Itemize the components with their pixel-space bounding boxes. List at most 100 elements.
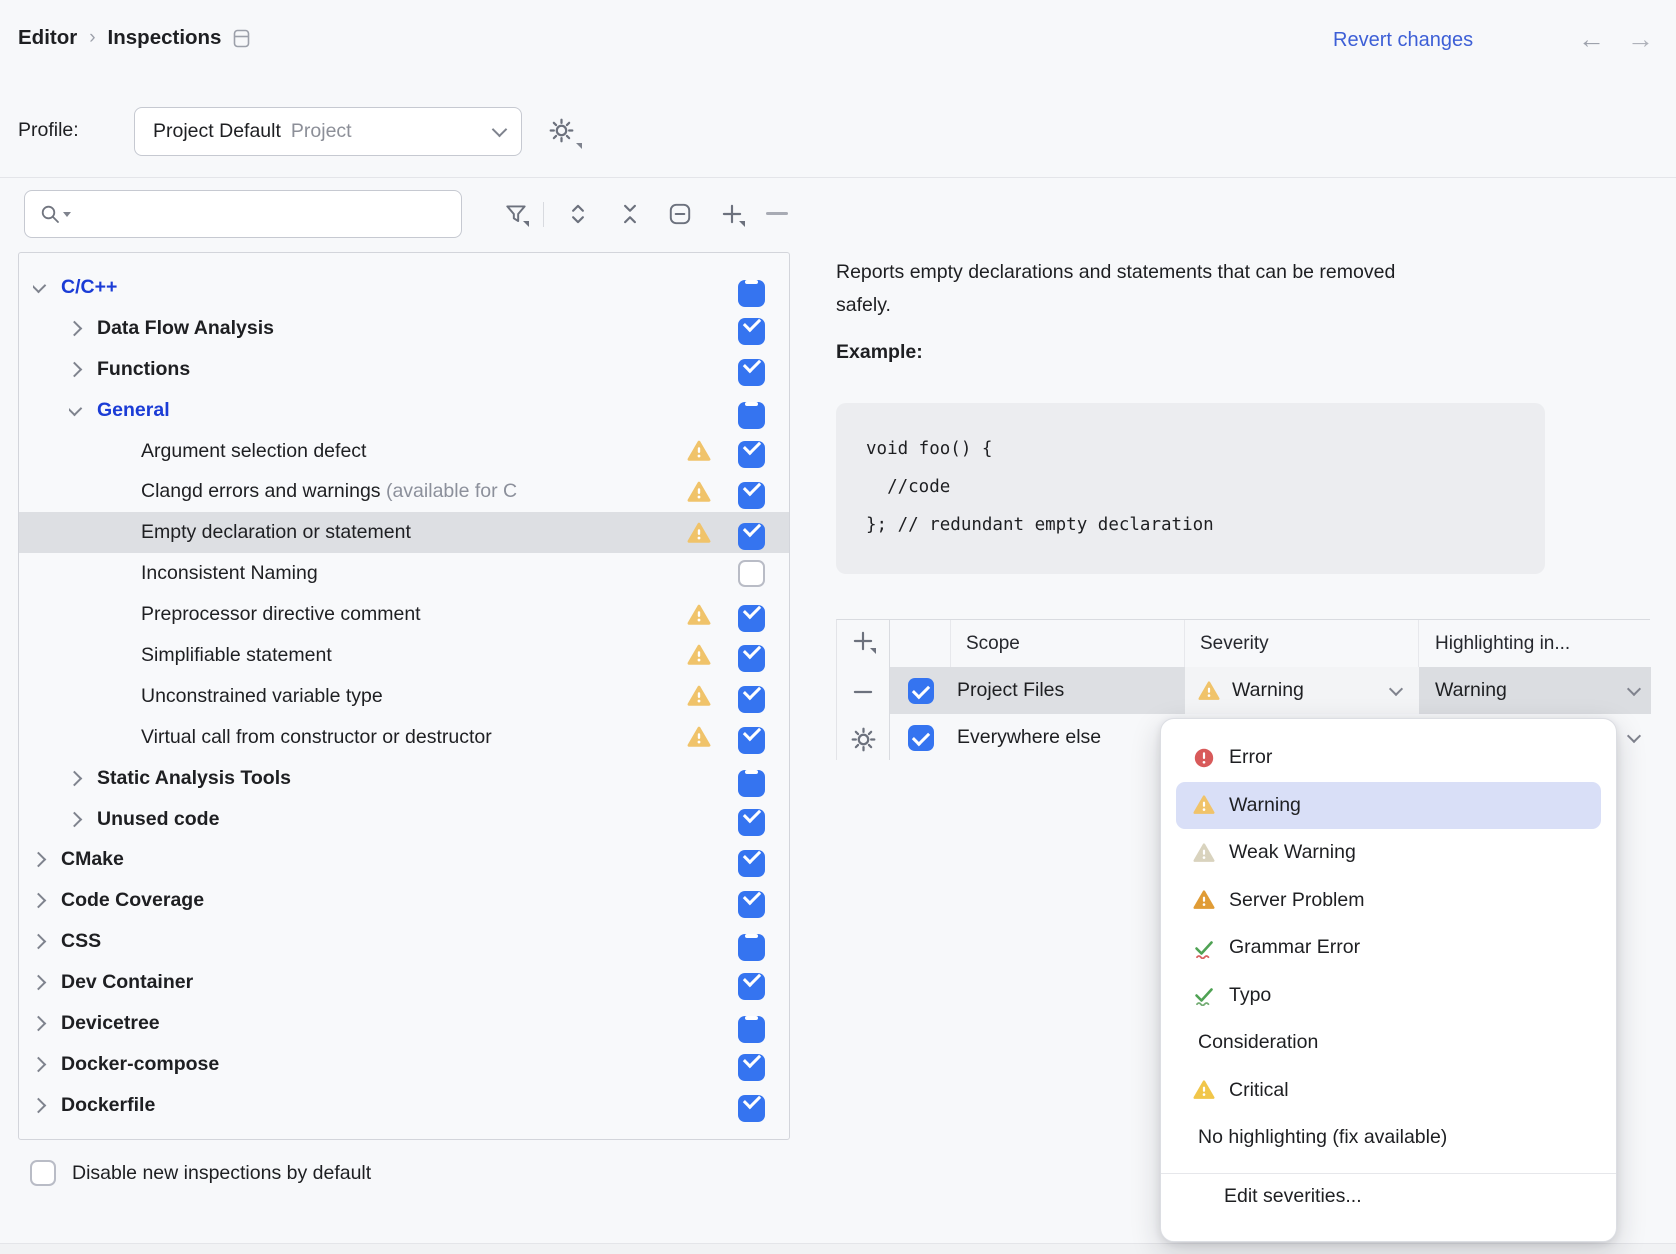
tree-checkbox[interactable] — [738, 318, 765, 345]
tree-row[interactable]: Docker-compose — [19, 1044, 789, 1085]
severity-option-typo[interactable]: Typo — [1161, 972, 1616, 1020]
highlighting-cell[interactable]: Warning — [1419, 667, 1651, 714]
table-header-highlighting[interactable]: Highlighting in... — [1419, 620, 1651, 667]
chevron-down-icon[interactable] — [33, 278, 46, 294]
severity-option-grammar-error[interactable]: Grammar Error — [1161, 924, 1616, 972]
chevron-right-icon[interactable] — [33, 852, 46, 868]
revert-changes-link[interactable]: Revert changes — [1333, 29, 1473, 52]
table-header-severity[interactable]: Severity — [1185, 620, 1419, 667]
chevron-right-icon[interactable] — [69, 361, 82, 377]
remove-scope-button[interactable] — [850, 679, 876, 705]
collapse-all-button[interactable] — [617, 201, 643, 227]
tree-row[interactable]: CSS — [19, 921, 789, 962]
profile-select[interactable]: Project Default Project — [134, 107, 522, 156]
tree-checkbox[interactable] — [738, 686, 765, 713]
tree-checkbox[interactable] — [738, 523, 765, 550]
tree-item-label: Clangd errors and warnings — [141, 480, 386, 503]
chevron-right-icon[interactable] — [33, 893, 46, 909]
chevron-right-icon[interactable] — [33, 975, 46, 991]
disable-inspection-button[interactable] — [667, 201, 693, 227]
table-header-scope[interactable]: Scope — [951, 620, 1185, 667]
remove-inspection-button[interactable] — [766, 212, 788, 215]
tree-row[interactable]: Dockerfile — [19, 1085, 789, 1126]
chevron-right-icon[interactable] — [33, 1097, 46, 1113]
profile-settings-button[interactable] — [548, 117, 582, 149]
chevron-right-icon[interactable] — [33, 1057, 46, 1073]
tree-row[interactable]: Virtual call from constructor or destruc… — [19, 717, 789, 758]
severity-option-no-highlighting-fix-available[interactable]: No highlighting (fix available) — [1161, 1114, 1616, 1162]
search-field[interactable] — [24, 190, 462, 238]
tree-row[interactable]: Code Coverage — [19, 880, 789, 921]
filter-button[interactable] — [503, 201, 529, 227]
tree-row[interactable]: Unused code — [19, 799, 789, 840]
tree-checkbox[interactable] — [738, 359, 765, 386]
scope-checkbox[interactable] — [908, 678, 934, 704]
tree-row[interactable]: CMake — [19, 839, 789, 880]
add-scope-button[interactable] — [850, 628, 876, 654]
tree-checkbox[interactable] — [738, 809, 765, 836]
tree-checkbox[interactable] — [738, 645, 765, 672]
tree-checkbox[interactable] — [738, 727, 765, 754]
tree-row[interactable]: Argument selection defect — [19, 431, 789, 472]
severity-option-warning[interactable]: Warning — [1176, 782, 1601, 830]
search-input[interactable] — [79, 193, 461, 235]
search-options-icon[interactable] — [63, 212, 71, 217]
tree-checkbox[interactable] — [738, 482, 765, 509]
tree-row[interactable]: Preprocessor directive comment — [19, 594, 789, 635]
back-arrow-icon[interactable]: ← — [1578, 24, 1605, 55]
disable-new-inspections-checkbox[interactable] — [30, 1160, 56, 1186]
chevron-right-icon[interactable] — [33, 1016, 46, 1032]
tree-checkbox[interactable] — [738, 560, 765, 587]
tree-checkbox[interactable] — [738, 770, 765, 797]
tree-row[interactable]: Inconsistent Naming — [19, 553, 789, 594]
tree-checkbox[interactable] — [738, 850, 765, 877]
warning-icon — [687, 521, 711, 545]
breadcrumb-editor[interactable]: Editor — [18, 26, 77, 50]
severity-option-weak-warning[interactable]: Weak Warning — [1161, 829, 1616, 877]
edit-severities-item[interactable]: Edit severities... — [1161, 1174, 1616, 1220]
tree-checkbox[interactable] — [738, 934, 765, 961]
tree-row[interactable]: General — [19, 390, 789, 431]
chevron-down-icon[interactable] — [1389, 681, 1403, 695]
chevron-right-icon[interactable] — [33, 934, 46, 950]
add-inspection-button[interactable] — [719, 201, 745, 227]
forward-arrow-icon[interactable]: → — [1627, 24, 1654, 55]
disable-new-inspections-row: Disable new inspections by default — [30, 1160, 371, 1186]
chevron-right-icon[interactable] — [69, 811, 82, 827]
severity-cell[interactable]: Warning — [1185, 667, 1419, 714]
tree-row[interactable]: Unconstrained variable type — [19, 676, 789, 717]
severity-option-error[interactable]: Error — [1161, 734, 1616, 782]
severity-option-critical[interactable]: Critical — [1161, 1067, 1616, 1115]
tree-checkbox[interactable] — [738, 1016, 765, 1043]
tree-row-content: Virtual call from constructor or destruc… — [141, 726, 687, 749]
severity-option-server-problem[interactable]: Server Problem — [1161, 877, 1616, 925]
severity-option-consideration[interactable]: Consideration — [1161, 1019, 1616, 1067]
tree-row[interactable]: Clangd errors and warnings (available fo… — [19, 471, 789, 512]
tree-row[interactable]: Devicetree — [19, 1003, 789, 1044]
tree-checkbox[interactable] — [738, 973, 765, 1000]
scope-settings-button[interactable] — [850, 726, 876, 752]
scope-cell[interactable]: Project Files — [951, 667, 1185, 714]
chevron-down-icon[interactable] — [69, 400, 82, 416]
chevron-down-icon[interactable] — [1627, 728, 1641, 742]
tree-row[interactable]: Simplifiable statement — [19, 635, 789, 676]
tree-checkbox[interactable] — [738, 1054, 765, 1081]
tree-row[interactable]: C/C++ — [19, 267, 789, 308]
tree-row[interactable]: Static Analysis Tools — [19, 758, 789, 799]
tree-row[interactable]: Dev Container — [19, 962, 789, 1003]
tree-checkbox[interactable] — [738, 605, 765, 632]
tree-row[interactable]: Empty declaration or statement — [19, 512, 789, 553]
tree-checkbox[interactable] — [738, 280, 765, 307]
expand-all-button[interactable] — [565, 201, 591, 227]
scope-checkbox[interactable] — [908, 725, 934, 751]
tree-checkbox[interactable] — [738, 441, 765, 468]
chevron-down-icon[interactable] — [1627, 681, 1641, 695]
tree-checkbox[interactable] — [738, 1095, 765, 1122]
tree-checkbox[interactable] — [738, 891, 765, 918]
tree-checkbox[interactable] — [738, 402, 765, 429]
chevron-right-icon[interactable] — [69, 770, 82, 786]
tree-row[interactable]: Data Flow Analysis — [19, 308, 789, 349]
chevron-right-icon[interactable] — [69, 321, 82, 337]
scope-cell[interactable]: Everywhere else — [951, 714, 1185, 761]
tree-row[interactable]: Functions — [19, 349, 789, 390]
